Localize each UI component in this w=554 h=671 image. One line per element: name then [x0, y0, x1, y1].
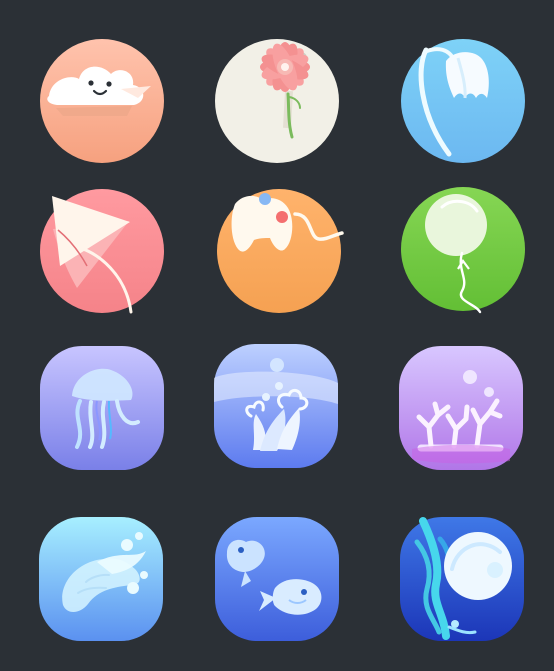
balloon-icon — [401, 187, 525, 314]
flower-app-icon[interactable] — [212, 36, 342, 166]
coral-icon — [399, 346, 523, 470]
bell-flower-icon — [401, 39, 525, 163]
underwater-plant-icon — [214, 344, 338, 468]
play-icon — [40, 189, 164, 314]
cloud-icon — [40, 39, 164, 163]
fish-icon — [215, 517, 339, 641]
shell-icon — [39, 517, 163, 641]
moon-jellyfish-icon — [400, 517, 524, 641]
fish-app-icon[interactable] — [212, 514, 342, 644]
bell-flower-app-icon[interactable] — [398, 36, 528, 166]
jellyfish-app-icon[interactable] — [37, 343, 167, 473]
balloon-app-icon[interactable] — [398, 184, 528, 314]
jellyfish-icon — [40, 346, 164, 470]
game-controller-app-icon[interactable] — [214, 186, 344, 316]
game-controller-icon — [217, 189, 344, 313]
shell-app-icon[interactable] — [36, 514, 166, 644]
moon-jelly-app-icon[interactable] — [397, 514, 527, 644]
cloud-app-icon[interactable] — [37, 36, 167, 166]
play-kite-app-icon[interactable] — [37, 186, 167, 316]
coral-app-icon[interactable] — [396, 343, 526, 473]
icon-grid — [0, 0, 554, 671]
seaweed-water-app-icon[interactable] — [211, 341, 341, 471]
flower-icon — [215, 39, 339, 163]
